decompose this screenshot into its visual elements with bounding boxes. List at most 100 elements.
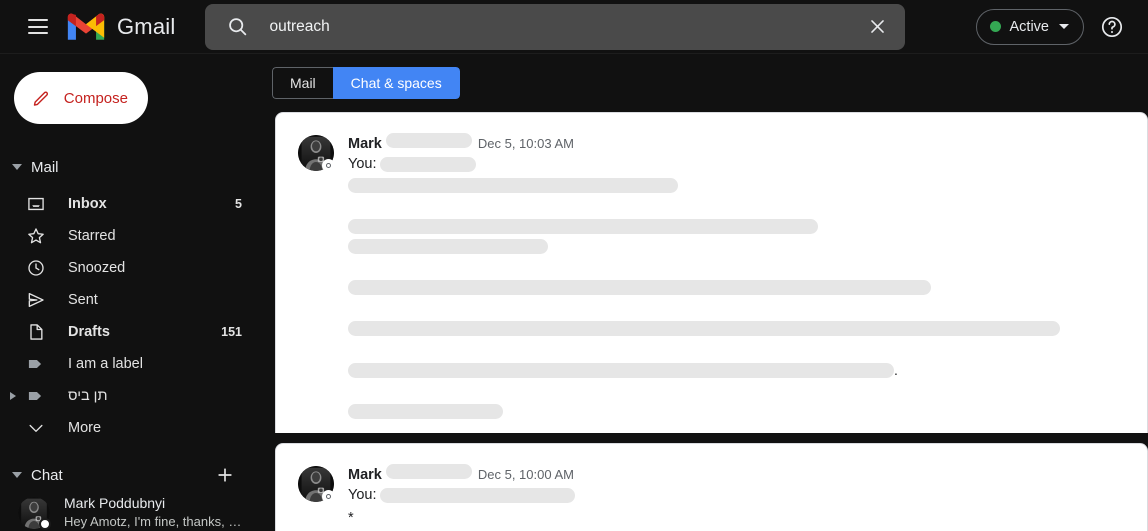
sidebar: Compose Mail Inbox5 Starred Snoozed Sent Dra… xyxy=(0,54,264,531)
sidebar-item-label: Drafts xyxy=(68,324,221,340)
chat-section-label: Chat xyxy=(31,467,63,484)
presence-badge xyxy=(39,518,51,530)
trailing-punctuation: . xyxy=(894,362,898,378)
redacted-line xyxy=(348,404,1137,419)
message-header: Mark Dec 5, 10:00 AM xyxy=(348,464,1137,483)
send-icon xyxy=(26,290,46,310)
sidebar-item-label: Sent xyxy=(68,292,242,308)
search-box[interactable] xyxy=(205,4,905,50)
brand-name: Gmail xyxy=(117,14,175,40)
gmail-window: Gmail Active xyxy=(0,0,1148,531)
triangle-down-icon xyxy=(12,472,22,478)
status-dot-icon xyxy=(990,21,1001,32)
search-input[interactable] xyxy=(259,18,857,36)
plus-icon xyxy=(215,465,235,485)
message-sender: Mark xyxy=(348,136,382,152)
you-label: You: xyxy=(348,156,377,172)
message-timestamp: Dec 5, 10:00 AM xyxy=(478,467,574,482)
result-card[interactable]: Mark Dec 5, 10:03 AM You: . xyxy=(275,112,1148,433)
sidebar-item-count: 5 xyxy=(235,197,242,211)
search-icon[interactable] xyxy=(215,5,259,49)
message-header: Mark Dec 5, 10:03 AM xyxy=(348,133,1137,152)
segmented-tabs: MailChat & spaces xyxy=(272,67,460,99)
redacted-line xyxy=(348,321,1137,336)
sidebar-item-label: I am a label xyxy=(68,356,242,372)
clock-icon xyxy=(26,258,46,278)
status-label: Active xyxy=(1010,19,1050,35)
tab-mail[interactable]: Mail xyxy=(272,67,333,99)
redacted-body: . xyxy=(348,178,1137,419)
main-content: MailChat & spaces xyxy=(264,54,1148,531)
presence-badge xyxy=(322,159,335,172)
chat-name: Mark Poddubnyi xyxy=(64,495,165,511)
help-button[interactable] xyxy=(1092,7,1132,47)
new-chat-button[interactable] xyxy=(212,462,238,488)
sidebar-item-label: Snoozed xyxy=(68,260,242,276)
redacted-sender-detail xyxy=(386,133,472,148)
triangle-down-icon xyxy=(12,164,22,170)
chevron-down-icon xyxy=(1059,24,1069,29)
message[interactable]: Mark Dec 5, 10:00 AM You: * xyxy=(276,444,1147,531)
chat-section-header[interactable]: Chat xyxy=(0,458,264,492)
sidebar-item-starred[interactable]: Starred xyxy=(0,220,264,252)
avatar xyxy=(298,466,334,502)
sidebar-item-inbox[interactable]: Inbox5 xyxy=(0,188,264,220)
redacted-line xyxy=(348,219,1137,234)
sidebar-item-more[interactable]: More xyxy=(0,412,264,444)
sidebar-item-snoozed[interactable]: Snoozed xyxy=(0,252,264,284)
compose-label: Compose xyxy=(64,90,128,107)
clear-search-button[interactable] xyxy=(857,7,897,47)
redacted-sender-detail xyxy=(386,464,472,479)
sidebar-item-label: Starred xyxy=(68,228,242,244)
body: Compose Mail Inbox5 Starred Snoozed Sent Dra… xyxy=(0,54,1148,531)
top-bar-right: Active xyxy=(976,7,1135,47)
brand[interactable]: Gmail xyxy=(64,10,175,43)
message-snippet: You: xyxy=(348,487,1137,503)
sidebar-item-label: Inbox xyxy=(68,196,235,212)
redacted-snippet xyxy=(380,157,476,172)
sidebar-item-i-am-a-label[interactable]: I am a label xyxy=(0,348,264,380)
sidebar-item-label: More xyxy=(68,420,242,436)
asterisk-text: * xyxy=(348,509,1137,527)
mail-nav-list: Inbox5 Starred Snoozed Sent Drafts151 I am a … xyxy=(0,188,264,444)
search-results: Mark Dec 5, 10:03 AM You: . xyxy=(264,112,1148,531)
label-icon xyxy=(26,354,46,374)
redacted-line xyxy=(348,178,1137,193)
sidebar-item-[interactable]: תן ביס xyxy=(0,380,264,412)
compose-button[interactable]: Compose xyxy=(14,72,148,124)
message-snippet: You: xyxy=(348,156,1137,172)
sidebar-item-drafts[interactable]: Drafts151 xyxy=(0,316,264,348)
search-bar xyxy=(205,4,905,50)
star-icon xyxy=(26,226,46,246)
chat-list: Mark Poddubnyi Hey Amotz, I'm fine, than… xyxy=(0,492,264,531)
result-card[interactable]: Mark Dec 5, 10:00 AM You: * xyxy=(275,443,1148,531)
sidebar-item-count: 151 xyxy=(221,325,242,339)
message-timestamp: Dec 5, 10:03 AM xyxy=(478,136,574,151)
main-menu-button[interactable] xyxy=(16,5,60,49)
expand-arrow-icon[interactable] xyxy=(10,392,16,400)
chevron-down-icon xyxy=(26,418,46,438)
top-bar: Gmail Active xyxy=(0,0,1148,54)
redacted-line: . xyxy=(348,362,1137,378)
redacted-line xyxy=(348,239,1137,254)
status-button[interactable]: Active xyxy=(976,9,1085,45)
inbox-icon xyxy=(26,194,46,214)
tab-chat-spaces[interactable]: Chat & spaces xyxy=(333,67,460,99)
redacted-line xyxy=(348,280,1137,295)
sidebar-item-label: תן ביס xyxy=(68,388,242,404)
message-sender: Mark xyxy=(348,467,382,483)
draft-icon xyxy=(26,322,46,342)
mail-section-label: Mail xyxy=(31,159,59,176)
chat-preview: Hey Amotz, I'm fine, thanks, … xyxy=(64,514,241,529)
chat-list-item[interactable]: Mark Poddubnyi Hey Amotz, I'm fine, than… xyxy=(0,492,264,531)
mail-section-header[interactable]: Mail xyxy=(0,150,264,184)
redacted-snippet xyxy=(380,488,575,503)
help-circle-icon xyxy=(1100,15,1124,39)
hamburger-icon xyxy=(28,19,48,34)
avatar xyxy=(18,497,50,529)
sidebar-item-sent[interactable]: Sent xyxy=(0,284,264,316)
message[interactable]: Mark Dec 5, 10:03 AM You: . xyxy=(276,113,1147,433)
presence-badge xyxy=(322,490,335,503)
you-label: You: xyxy=(348,487,377,503)
search-scope-tabs: MailChat & spaces xyxy=(264,54,1148,112)
